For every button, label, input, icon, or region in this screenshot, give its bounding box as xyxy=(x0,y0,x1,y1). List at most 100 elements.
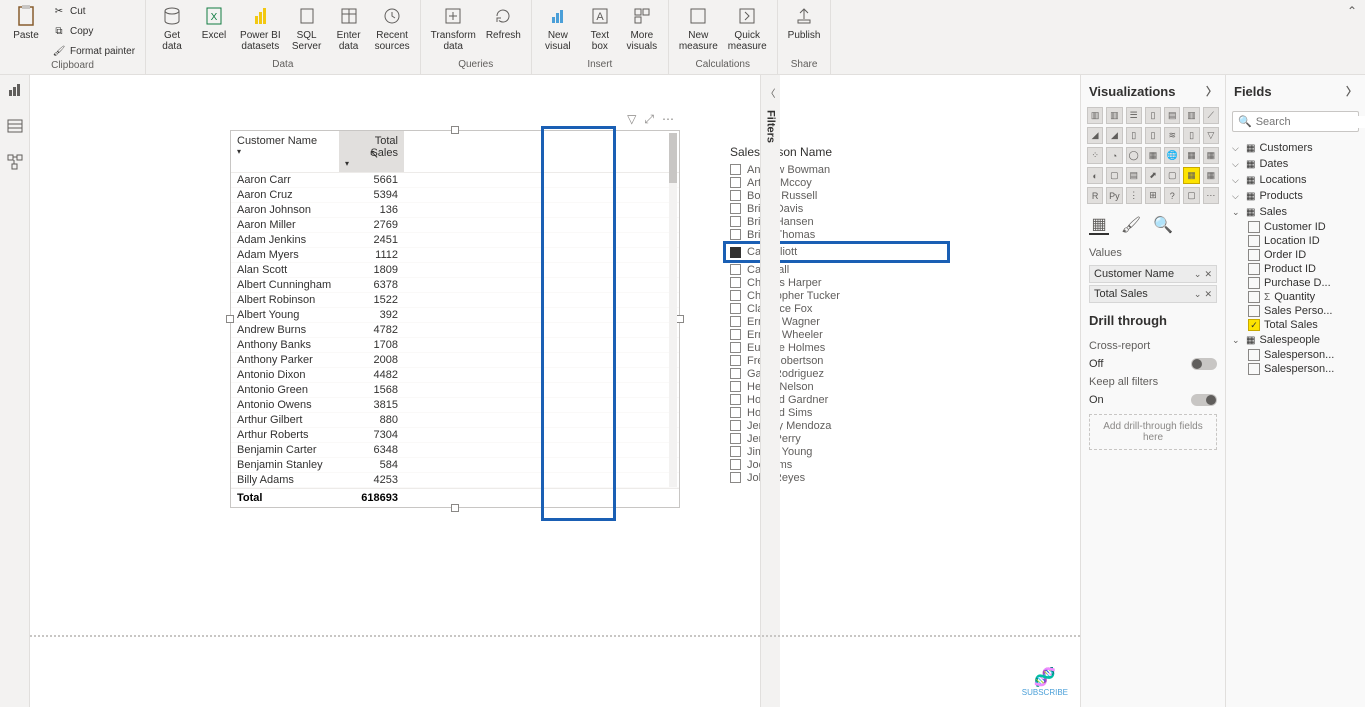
field-item[interactable]: Product ID xyxy=(1232,262,1359,276)
chevron-down-icon[interactable]: ⌄ xyxy=(1194,289,1202,300)
value-chip[interactable]: Total Sales⌄✕ xyxy=(1089,285,1217,303)
qna-icon[interactable]: ? xyxy=(1164,187,1180,204)
clustered-bar-icon[interactable]: ☰ xyxy=(1126,107,1142,124)
table-row[interactable]: Albert Young392 xyxy=(231,308,679,323)
column100-icon[interactable]: ▥ xyxy=(1183,107,1199,124)
more-options-icon[interactable]: ⋯ xyxy=(662,112,674,127)
line-column2-icon[interactable]: ▯ xyxy=(1145,127,1161,144)
decomposition-icon[interactable]: ⊞ xyxy=(1145,187,1161,204)
card-icon[interactable]: ▢ xyxy=(1106,167,1122,184)
line-column-icon[interactable]: ▯ xyxy=(1126,127,1142,144)
stacked-area-icon[interactable]: ◢ xyxy=(1106,127,1122,144)
table-node[interactable]: ⌵▦Products xyxy=(1232,188,1359,204)
excel-button[interactable]: XExcel xyxy=(194,2,234,54)
paginated-icon[interactable]: ▢ xyxy=(1183,187,1199,204)
treemap-icon[interactable]: ▦ xyxy=(1145,147,1161,164)
field-item[interactable]: Location ID xyxy=(1232,234,1359,248)
copy-button[interactable]: ⧉Copy xyxy=(48,22,139,40)
table-row[interactable]: Antonio Owens3815 xyxy=(231,398,679,413)
powerbi-datasets-button[interactable]: Power BI datasets xyxy=(236,2,285,54)
table-node[interactable]: ⌄▦Sales xyxy=(1232,204,1359,220)
new-measure-button[interactable]: New measure xyxy=(675,2,722,54)
resize-handle[interactable] xyxy=(226,315,234,323)
multi-card-icon[interactable]: ▤ xyxy=(1126,167,1142,184)
slicer-icon[interactable]: ▢ xyxy=(1164,167,1180,184)
stacked-column-icon[interactable]: ▥ xyxy=(1106,107,1122,124)
table-row[interactable]: Billy Adams4253 xyxy=(231,473,679,488)
matrix-icon[interactable]: ▦ xyxy=(1203,167,1219,184)
kpi-icon[interactable]: ⬈ xyxy=(1145,167,1161,184)
chevron-down-icon[interactable]: ⌄ xyxy=(1194,269,1202,280)
key-influencers-icon[interactable]: ⋮ xyxy=(1126,187,1142,204)
resize-handle[interactable] xyxy=(676,315,684,323)
r-icon[interactable]: R xyxy=(1087,187,1103,204)
line-icon[interactable]: ⟋ xyxy=(1203,107,1219,124)
focus-icon[interactable]: ⤢ xyxy=(644,112,654,127)
resize-handle[interactable] xyxy=(451,504,459,512)
sql-server-button[interactable]: SQL Server xyxy=(287,2,327,54)
data-view-icon[interactable] xyxy=(6,117,24,135)
map-icon[interactable]: 🌐 xyxy=(1164,147,1180,164)
area-icon[interactable]: ◢ xyxy=(1087,127,1103,144)
table-row[interactable]: Adam Myers1112 xyxy=(231,248,679,263)
fields-tab-icon[interactable]: ▦ xyxy=(1089,215,1109,235)
column-header-name[interactable]: Customer Name▾ xyxy=(231,131,339,172)
analytics-tab-icon[interactable]: 🔍 xyxy=(1153,215,1173,235)
chevron-right-icon[interactable]: 〉 xyxy=(1346,83,1357,99)
format-painter-button[interactable]: 🖌Format painter xyxy=(48,42,139,60)
field-item[interactable]: Salesperson... xyxy=(1232,348,1359,362)
report-canvas[interactable]: ▽ ⤢ ⋯ Customer Name▾ Total Sales▾↖ Aaron… xyxy=(30,75,1080,707)
table-node[interactable]: ⌄▦Salespeople xyxy=(1232,332,1359,348)
model-view-icon[interactable] xyxy=(6,153,24,171)
more-visuals-button[interactable]: More visuals xyxy=(622,2,662,54)
table-visual[interactable]: ▽ ⤢ ⋯ Customer Name▾ Total Sales▾↖ Aaron… xyxy=(230,130,680,508)
scatter-icon[interactable]: ⁘ xyxy=(1087,147,1103,164)
resize-handle[interactable] xyxy=(451,126,459,134)
table-node[interactable]: ⌵▦Locations xyxy=(1232,172,1359,188)
scrollbar[interactable] xyxy=(669,133,677,487)
value-chip[interactable]: Customer Name⌄✕ xyxy=(1089,265,1217,283)
clustered-column-icon[interactable]: ▯ xyxy=(1145,107,1161,124)
table-node[interactable]: ⌵▦Customers xyxy=(1232,140,1359,156)
table-row[interactable]: Adam Jenkins2451 xyxy=(231,233,679,248)
bar100-icon[interactable]: ▤ xyxy=(1164,107,1180,124)
cut-button[interactable]: ✂Cut xyxy=(48,2,139,20)
column-header-sales[interactable]: Total Sales▾↖ xyxy=(339,131,404,172)
field-item[interactable]: ✓Total Sales xyxy=(1232,318,1359,332)
field-item[interactable]: Order ID xyxy=(1232,248,1359,262)
table-row[interactable]: Albert Cunningham6378 xyxy=(231,278,679,293)
slicer-item[interactable]: Carl Elliott xyxy=(723,241,950,263)
pie-icon[interactable]: ◔ xyxy=(1106,147,1122,164)
stacked-bar-icon[interactable]: ▥ xyxy=(1087,107,1103,124)
remove-icon[interactable]: ✕ xyxy=(1204,269,1212,280)
field-item[interactable]: Salesperson... xyxy=(1232,362,1359,376)
ribbon-icon[interactable]: ≋ xyxy=(1164,127,1180,144)
quick-measure-button[interactable]: Quick measure xyxy=(724,2,771,54)
table-row[interactable]: Arthur Gilbert880 xyxy=(231,413,679,428)
field-item[interactable]: Purchase D... xyxy=(1232,276,1359,290)
field-item[interactable]: Sales Perso... xyxy=(1232,304,1359,318)
filter-icon[interactable]: ▽ xyxy=(627,112,636,127)
drillthrough-dropzone[interactable]: Add drill-through fields here xyxy=(1089,414,1217,450)
cross-report-toggle[interactable] xyxy=(1191,358,1217,370)
table-row[interactable]: Aaron Miller2769 xyxy=(231,218,679,233)
table-row[interactable]: Arthur Roberts7304 xyxy=(231,428,679,443)
funnel-icon[interactable]: ▽ xyxy=(1203,127,1219,144)
enter-data-button[interactable]: Enter data xyxy=(329,2,369,54)
field-item[interactable]: Customer ID xyxy=(1232,220,1359,234)
table-row[interactable]: Antonio Dixon4482 xyxy=(231,368,679,383)
chevron-right-icon[interactable]: 〉 xyxy=(1206,83,1217,99)
get-data-button[interactable]: Get data xyxy=(152,2,192,54)
table-node[interactable]: ⌵▦Dates xyxy=(1232,156,1359,172)
table-row[interactable]: Anthony Banks1708 xyxy=(231,338,679,353)
paste-button[interactable]: Paste xyxy=(6,2,46,60)
refresh-button[interactable]: Refresh xyxy=(482,2,525,54)
table-row[interactable]: Alan Scott1809 xyxy=(231,263,679,278)
shape-map-icon[interactable]: ▦ xyxy=(1203,147,1219,164)
table-row[interactable]: Benjamin Carter6348 xyxy=(231,443,679,458)
table-row[interactable]: Albert Robinson1522 xyxy=(231,293,679,308)
filled-map-icon[interactable]: ▦ xyxy=(1183,147,1199,164)
report-view-icon[interactable] xyxy=(6,81,24,99)
search-input[interactable]: 🔍 xyxy=(1232,111,1359,132)
gauge-icon[interactable]: ◐ xyxy=(1087,167,1103,184)
